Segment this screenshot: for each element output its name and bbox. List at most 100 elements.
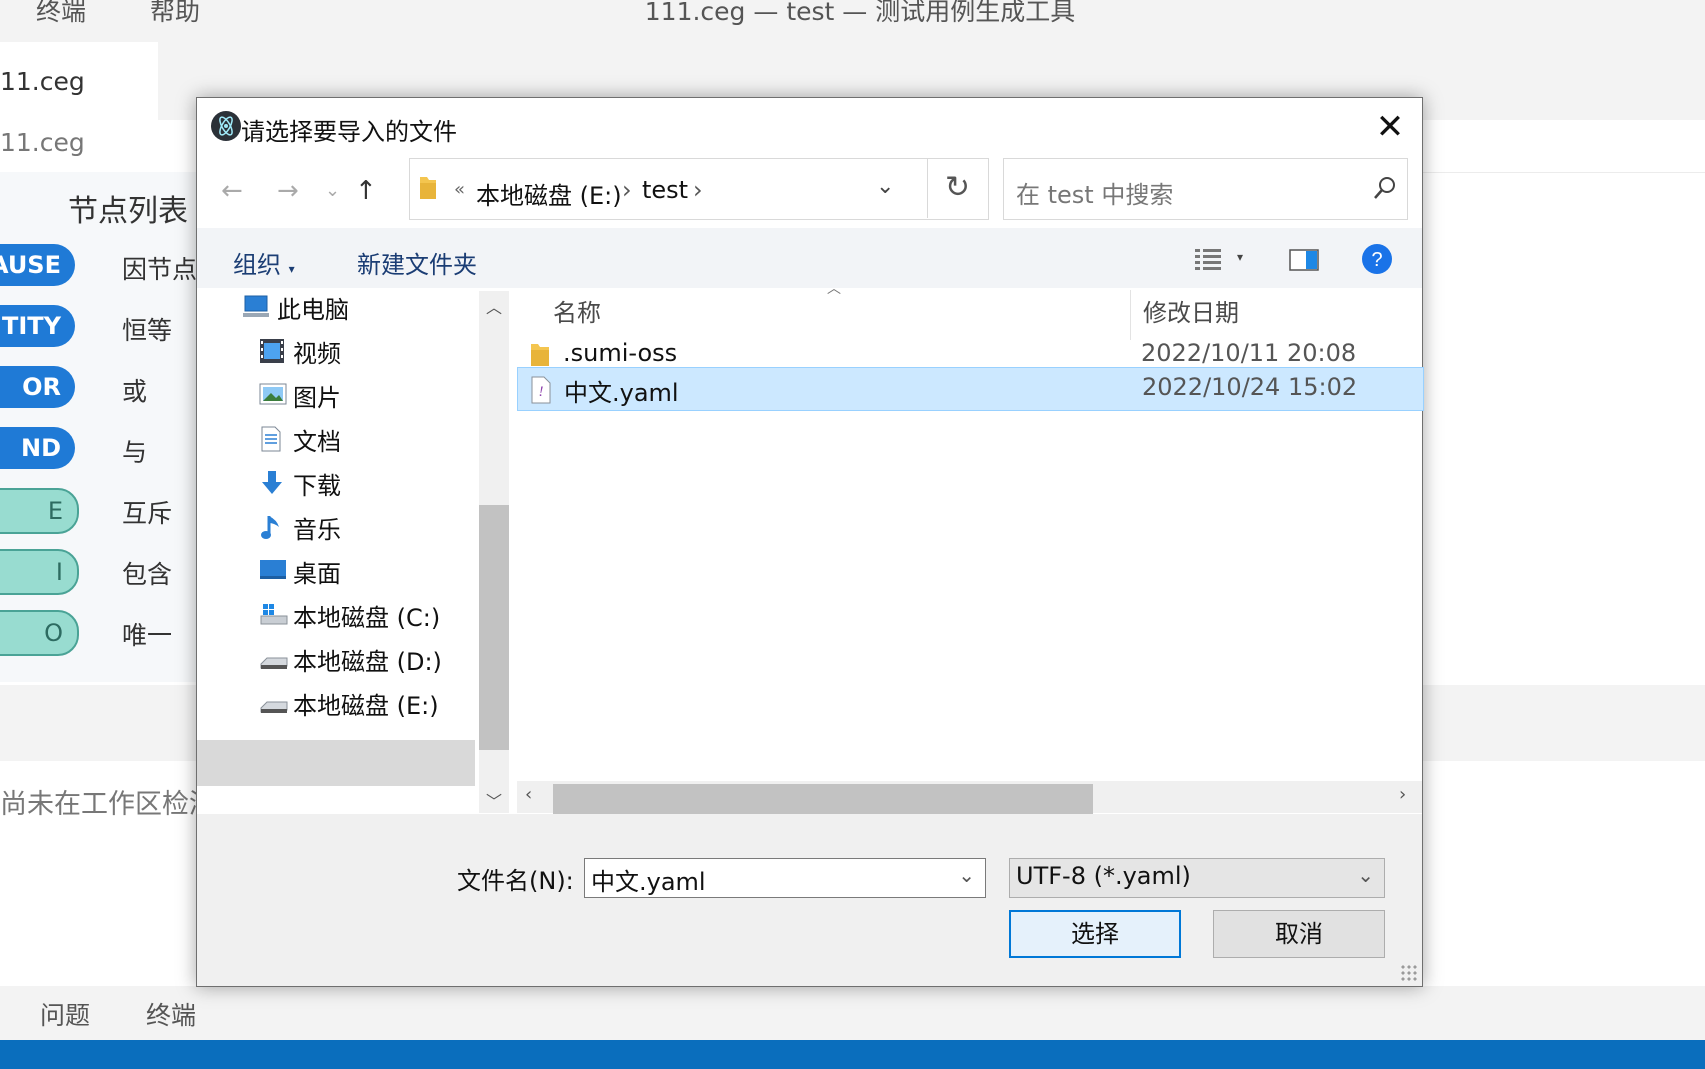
node-chip-label: O [44,619,63,647]
nav-item-label: 此电脑 [277,296,349,324]
documents-icon [259,426,285,452]
node-chip[interactable]: OR [0,366,75,408]
address-dropdown-chevron-icon[interactable]: ⌄ [876,174,894,199]
workspace-message: 尚未在工作区检测 [0,789,216,820]
pc-icon [243,294,269,320]
file-type-select[interactable]: UTF-8 (*.yaml) ⌄ [1009,858,1385,898]
organize-label: 组织 [233,251,281,279]
bottom-panel-tabs [0,986,1705,1040]
tab-terminal[interactable]: 终端 [146,996,196,1032]
back-arrow-icon[interactable]: ← [221,176,243,206]
file-name: 中文.yaml [564,379,679,407]
nav-item-label: 本地磁盘 (D:) [293,648,442,676]
organize-button[interactable]: 组织 ▾ [233,245,295,280]
node-chip[interactable]: NTITY [0,305,75,347]
help-icon[interactable]: ? [1361,243,1393,275]
dialog-title: 请选择要导入的文件 [241,118,457,146]
node-chip-label: E [47,497,63,525]
resize-grip-icon[interactable] [1400,964,1418,982]
drive-icon [259,646,288,672]
address-separator-icon: › [693,176,703,204]
file-list-hscrollbar-thumb[interactable] [553,784,1093,814]
column-header-modified[interactable]: 修改日期 [1143,293,1239,328]
address-overflow-icon[interactable]: « [454,179,465,200]
column-divider[interactable] [1130,290,1131,340]
tab-problems[interactable]: 问题 [40,996,90,1032]
file-name: .sumi-oss [563,339,678,367]
menu-terminal[interactable]: 终端 [36,0,86,32]
breadcrumb[interactable]: 11.ceg [0,128,85,157]
scroll-down-icon[interactable]: ﹀ [486,788,502,812]
node-chip[interactable]: ND [0,427,75,469]
node-list-title: 节点列表 [68,194,188,229]
editor-tab-active[interactable]: 11.ceg [0,42,158,120]
node-label: 或 [122,377,148,406]
search-field[interactable]: 在 test 中搜索 [1003,158,1408,220]
node-label: 与 [122,438,148,467]
file-type-dropdown-chevron-icon[interactable]: ⌄ [1357,863,1374,887]
nav-item-label: 下载 [293,472,341,500]
node-label: 互斥 [122,499,173,528]
menu-help[interactable]: 帮助 [150,0,200,32]
node-chip[interactable]: AUSE [0,244,75,286]
windows-drive-icon [259,602,288,628]
node-chip[interactable]: E [0,488,79,534]
organize-dropdown-icon: ▾ [288,262,295,276]
recent-locations-chevron-icon[interactable]: ⌄ [325,180,340,201]
node-chip[interactable]: O [0,610,79,656]
node-chip[interactable]: I [0,549,79,595]
column-header-name[interactable]: 名称 [553,293,601,328]
filename-dropdown-chevron-icon[interactable]: ⌄ [958,863,975,887]
drive-icon [259,690,288,716]
desktop-icon [259,558,286,584]
window-title: 111.ceg — test — 测试用例生成工具 [644,0,1076,26]
address-bar[interactable]: « 本地磁盘 (E:) › test › ⌄ [409,158,989,220]
file-modified-date: 2022/10/24 15:02 [1142,373,1358,401]
music-icon [259,514,285,540]
folder-icon [418,175,436,199]
new-folder-button[interactable]: 新建文件夹 [357,245,477,280]
sort-ascending-icon: ︿ [827,281,841,297]
nav-item-label: 音乐 [293,516,341,544]
forward-arrow-icon[interactable]: → [277,176,299,206]
node-chip-label: AUSE [0,251,61,279]
file-type-value: UTF-8 (*.yaml) [1016,862,1191,890]
preview-pane-icon[interactable] [1289,248,1319,272]
filename-input[interactable]: 中文.yaml ⌄ [584,858,986,898]
address-segment-folder[interactable]: test [642,176,688,204]
cancel-button[interactable]: 取消 [1213,910,1385,958]
node-chip-label: I [55,558,63,586]
onedrive-icon [437,745,457,765]
scroll-left-icon[interactable]: ‹ [525,784,532,805]
nav-item-label: 图片 [293,384,341,412]
address-segment-drive[interactable]: 本地磁盘 (E:) [476,176,622,211]
nav-item-label: 文档 [293,428,341,456]
nav-item-label: 本地磁盘 (E:) [293,692,439,720]
select-button[interactable]: 选择 [1009,910,1181,958]
file-open-dialog: 请选择要导入的文件 ✕ ← → ⌄ ↑ « 本地磁盘 (E:) › test ›… [196,97,1424,987]
dialog-footer [197,814,1422,986]
view-options-icon[interactable] [1195,248,1221,270]
editor-tab-label: 11.ceg [0,67,85,96]
scroll-up-icon[interactable]: ︿ [486,294,502,318]
search-icon[interactable] [1372,175,1398,201]
node-label: 包含 [122,560,173,589]
svg-text:?: ? [1371,249,1382,271]
close-icon[interactable]: ✕ [1372,110,1408,146]
address-separator-icon: › [622,176,632,204]
refresh-icon[interactable]: ↻ [927,158,987,218]
yaml-file-icon: ! [530,376,552,408]
app-logo-icon [211,111,241,141]
svg-text:!: ! [539,384,544,400]
video-icon [259,338,285,364]
node-label: 因节点 [122,255,198,284]
scroll-right-icon[interactable]: › [1399,784,1406,805]
navigation-pane [197,291,479,813]
up-arrow-icon[interactable]: ↑ [355,176,377,206]
node-label: 恒等 [122,316,173,345]
download-icon [259,470,285,496]
nav-selected-highlight [197,740,475,786]
view-dropdown-icon[interactable]: ▾ [1237,250,1243,264]
file-row[interactable]: ! 中文.yaml 2022/10/24 15:02 [517,367,1424,411]
nav-scrollbar-thumb[interactable] [479,505,509,750]
